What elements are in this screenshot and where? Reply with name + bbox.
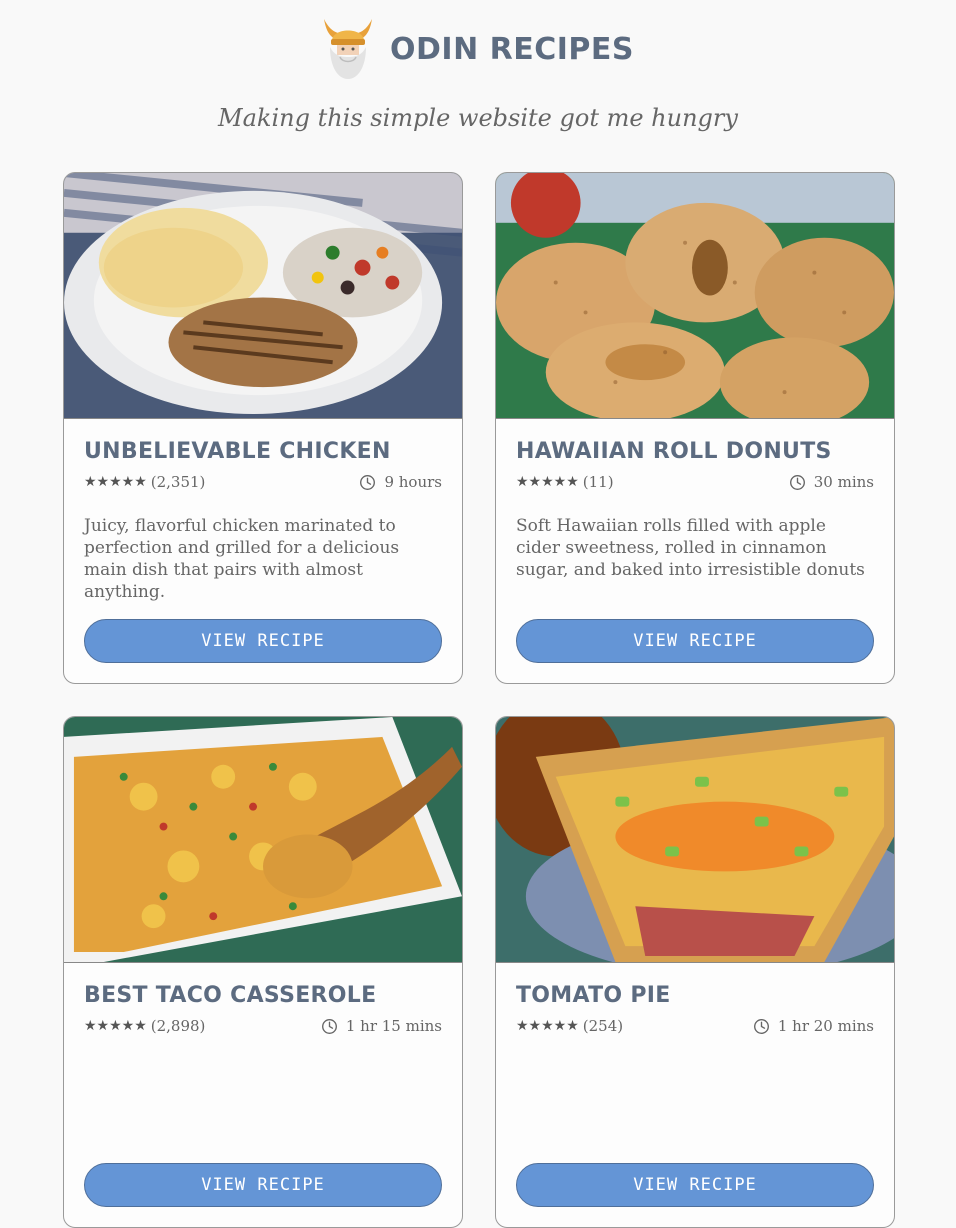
recipe-description: Soft Hawaiian rolls filled with apple ci… xyxy=(516,516,865,580)
view-recipe-button[interactable]: View Recipe xyxy=(516,619,874,663)
recipe-card: Unbelievable Chicken ★★★★★ (2,351) 9 hou… xyxy=(63,172,463,684)
clock-icon xyxy=(753,1018,769,1034)
recipe-description xyxy=(516,1059,874,1143)
star-rating-icon: ★★★★★ xyxy=(516,1018,579,1034)
review-count: (254) xyxy=(582,1017,624,1035)
recipe-photo-taco-casserole xyxy=(64,717,462,963)
recipe-title: Hawaiian Roll Donuts xyxy=(516,439,832,464)
recipe-grid: Unbelievable Chicken ★★★★★ (2,351) 9 hou… xyxy=(63,172,895,1228)
recipe-card: Tomato Pie ★★★★★ (254) 1 hr 20 mins View… xyxy=(495,716,895,1228)
recipe-description xyxy=(84,1059,442,1143)
clock-icon xyxy=(321,1018,337,1034)
star-rating-icon: ★★★★★ xyxy=(84,1018,147,1034)
clock-icon xyxy=(360,474,376,490)
recipe-rating: ★★★★★ (254) xyxy=(516,1017,623,1035)
recipe-title: Unbelievable Chicken xyxy=(84,439,391,464)
recipe-time: 1 hr 20 mins xyxy=(753,1017,874,1035)
recipe-meta: ★★★★★ (254) 1 hr 20 mins xyxy=(516,1013,874,1039)
star-rating-icon: ★★★★★ xyxy=(84,474,147,490)
recipe-time: 30 mins xyxy=(789,473,874,491)
star-rating-icon: ★★★★★ xyxy=(516,474,579,490)
recipe-title: Best Taco Casserole xyxy=(84,983,377,1008)
recipe-description: Juicy, flavorful chicken marinated to pe… xyxy=(84,516,400,602)
recipe-meta: ★★★★★ (2,351) 9 hours xyxy=(84,469,442,495)
recipe-rating: ★★★★★ (11) xyxy=(516,473,614,491)
view-recipe-button[interactable]: View Recipe xyxy=(84,619,442,663)
site-tagline: Making this simple website got me hungry xyxy=(218,104,738,132)
site-brand[interactable]: ODIN RECIPES xyxy=(390,32,634,67)
recipe-meta: ★★★★★ (11) 30 mins xyxy=(516,469,874,495)
recipe-rating: ★★★★★ (2,351) xyxy=(84,473,205,491)
clock-icon xyxy=(789,474,805,490)
recipe-photo-donuts xyxy=(496,173,894,419)
recipe-rating: ★★★★★ (2,898) xyxy=(84,1017,205,1035)
recipe-meta: ★★★★★ (2,898) 1 hr 15 mins xyxy=(84,1013,442,1039)
review-count: (2,351) xyxy=(150,473,206,491)
site-header: ODIN RECIPES xyxy=(0,0,956,92)
recipe-card: Hawaiian Roll Donuts ★★★★★ (11) 30 mins … xyxy=(495,172,895,684)
cook-time: 1 hr 15 mins xyxy=(345,1017,442,1035)
recipe-time: 1 hr 15 mins xyxy=(321,1017,442,1035)
recipe-card: Best Taco Casserole ★★★★★ (2,898) 1 hr 1… xyxy=(63,716,463,1228)
recipe-title: Tomato Pie xyxy=(516,983,671,1008)
recipe-time: 9 hours xyxy=(359,473,442,491)
review-count: (2,898) xyxy=(150,1017,206,1035)
view-recipe-button[interactable]: View Recipe xyxy=(84,1163,442,1207)
recipe-photo-tomato-pie xyxy=(496,717,894,963)
cook-time: 30 mins xyxy=(813,473,874,491)
viking-helmet-logo-icon xyxy=(324,19,372,79)
cook-time: 1 hr 20 mins xyxy=(777,1017,874,1035)
cook-time: 9 hours xyxy=(384,473,442,491)
recipe-photo-chicken xyxy=(64,173,462,419)
review-count: (11) xyxy=(582,473,614,491)
view-recipe-button[interactable]: View Recipe xyxy=(516,1163,874,1207)
